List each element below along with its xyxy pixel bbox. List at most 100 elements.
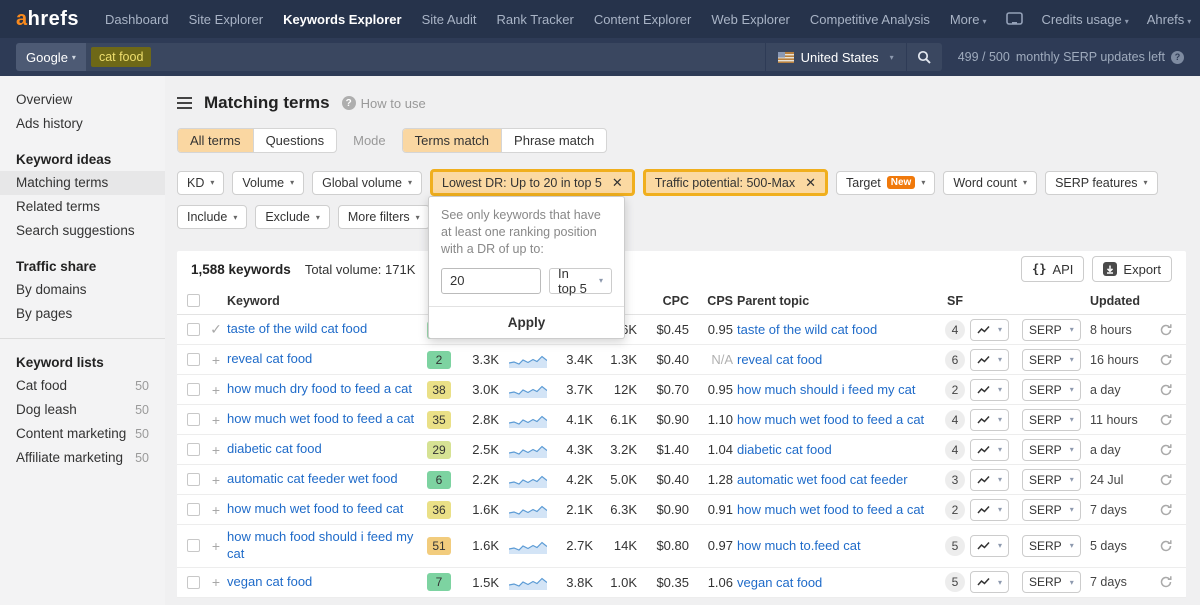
position-history-button[interactable]: ▾	[970, 378, 1010, 401]
apply-button[interactable]: Apply	[429, 305, 624, 338]
toggle-questions[interactable]: Questions	[254, 129, 337, 152]
sidebar-item-matching-terms[interactable]: Matching terms	[0, 171, 165, 195]
credits-usage-menu[interactable]: Credits usage ▾	[1041, 12, 1128, 27]
country-select[interactable]: United States ▾	[764, 43, 906, 71]
row-checkbox[interactable]	[187, 353, 200, 366]
position-history-button[interactable]: ▾	[970, 348, 1010, 371]
keyword-link[interactable]: diabetic cat food	[227, 437, 427, 462]
dr-scope-select[interactable]: In top 5 ▾	[549, 266, 612, 296]
serp-button[interactable]: SERP ▾	[1022, 318, 1081, 341]
sidebar-item-ads-history[interactable]: Ads history	[0, 112, 165, 136]
refresh-icon[interactable]	[1154, 503, 1178, 517]
position-history-button[interactable]: ▾	[970, 468, 1010, 491]
add-to-list-icon[interactable]: +	[205, 538, 227, 554]
parent-topic-link[interactable]: how much should i feed my cat	[737, 382, 940, 397]
row-checkbox[interactable]	[187, 443, 200, 456]
filter-word-count[interactable]: Word count ▾	[943, 170, 1038, 195]
row-checkbox[interactable]	[187, 383, 200, 396]
reports-menu-icon[interactable]	[177, 97, 192, 109]
sidebar-item-affiliate-marketing[interactable]: Affiliate marketing 50	[0, 446, 165, 470]
how-to-use-link[interactable]: ? How to use	[341, 96, 426, 111]
position-history-button[interactable]: ▾	[970, 438, 1010, 461]
add-to-list-icon[interactable]: +	[205, 352, 227, 368]
keyword-link[interactable]: how much wet food to feed a cat	[227, 407, 427, 432]
toggle-all-terms[interactable]: All terms	[178, 129, 254, 152]
col-sf[interactable]: SF	[940, 294, 970, 308]
parent-topic-link[interactable]: how much to.feed cat	[737, 538, 940, 553]
sidebar-item-overview[interactable]: Overview	[0, 88, 165, 112]
search-button[interactable]	[905, 43, 942, 71]
refresh-icon[interactable]	[1154, 443, 1178, 457]
add-to-list-icon[interactable]: +	[205, 442, 227, 458]
nav-competitive-analysis[interactable]: Competitive Analysis	[810, 12, 930, 27]
row-checkbox[interactable]	[187, 473, 200, 486]
keyword-link[interactable]: how much wet food to feed cat	[227, 497, 427, 522]
help-icon[interactable]: ?	[1171, 50, 1184, 64]
sidebar-item-content-marketing[interactable]: Content marketing 50	[0, 422, 165, 446]
parent-topic-link[interactable]: how much wet food to feed a cat	[737, 412, 940, 427]
position-history-button[interactable]: ▾	[970, 534, 1010, 557]
account-menu[interactable]: Ahrefs ▾	[1147, 12, 1192, 27]
col-keyword[interactable]: Keyword	[227, 294, 427, 308]
parent-topic-link[interactable]: diabetic cat food	[737, 442, 940, 457]
filter-exclude[interactable]: Exclude ▾	[255, 205, 330, 229]
serp-button[interactable]: SERP ▾	[1022, 348, 1081, 371]
nav-rank-tracker[interactable]: Rank Tracker	[497, 12, 574, 27]
dr-value-input[interactable]	[441, 267, 541, 294]
sidebar-item-dog-leash[interactable]: Dog leash 50	[0, 398, 165, 422]
filter-volume[interactable]: Volume ▾	[232, 170, 305, 195]
refresh-icon[interactable]	[1154, 539, 1178, 553]
filter-lowest-dr-active[interactable]: Lowest DR: Up to 20 in top 5 ✕	[430, 169, 635, 196]
keyword-link[interactable]: taste of the wild cat food	[227, 317, 427, 342]
toggle-phrase-match[interactable]: Phrase match	[502, 129, 606, 152]
search-engine-select[interactable]: Google ▾	[16, 43, 86, 71]
close-icon[interactable]: ✕	[805, 175, 816, 191]
col-parent-topic[interactable]: Parent topic	[737, 294, 940, 308]
api-button[interactable]: {} API	[1021, 256, 1085, 282]
query-tag[interactable]: cat food	[90, 47, 152, 67]
serp-button[interactable]: SERP ▾	[1022, 498, 1081, 521]
nav-web-explorer[interactable]: Web Explorer	[711, 12, 790, 27]
refresh-icon[interactable]	[1154, 353, 1178, 367]
nav-site-explorer[interactable]: Site Explorer	[189, 12, 263, 27]
position-history-button[interactable]: ▾	[970, 571, 1010, 594]
serp-button[interactable]: SERP ▾	[1022, 378, 1081, 401]
sidebar-item-related-terms[interactable]: Related terms	[0, 195, 165, 219]
col-cps[interactable]: CPS	[693, 294, 737, 308]
row-checkbox[interactable]	[187, 575, 200, 589]
keyword-link[interactable]: reveal cat food	[227, 347, 427, 372]
device-icon[interactable]	[1006, 12, 1024, 26]
nav-keywords-explorer[interactable]: Keywords Explorer	[283, 12, 402, 27]
sidebar-item-by-pages[interactable]: By pages	[0, 302, 165, 326]
filter-target[interactable]: Target New ▾	[836, 170, 936, 195]
parent-topic-link[interactable]: reveal cat food	[737, 352, 940, 367]
row-checkbox[interactable]	[187, 539, 200, 553]
check-icon[interactable]: ✓	[205, 321, 227, 338]
sidebar-item-by-domains[interactable]: By domains	[0, 278, 165, 302]
add-to-list-icon[interactable]: +	[205, 502, 227, 518]
serp-button[interactable]: SERP ▾	[1022, 438, 1081, 461]
parent-topic-link[interactable]: automatic wet food cat feeder	[737, 472, 940, 487]
add-to-list-icon[interactable]: +	[205, 412, 227, 428]
position-history-button[interactable]: ▾	[970, 498, 1010, 521]
row-checkbox[interactable]	[187, 413, 200, 426]
serp-button[interactable]: SERP ▾	[1022, 408, 1081, 431]
keyword-link[interactable]: vegan cat food	[227, 570, 427, 595]
sidebar-item-cat-food[interactable]: Cat food 50	[0, 374, 165, 398]
filter-serp-features[interactable]: SERP features ▾	[1045, 170, 1158, 195]
add-to-list-icon[interactable]: +	[205, 382, 227, 398]
position-history-button[interactable]: ▾	[970, 318, 1010, 341]
parent-topic-link[interactable]: taste of the wild cat food	[737, 322, 940, 337]
row-checkbox[interactable]	[187, 503, 200, 516]
add-to-list-icon[interactable]: +	[205, 574, 227, 590]
keyword-link[interactable]: how much food should i feed my cat	[227, 525, 427, 567]
position-history-button[interactable]: ▾	[970, 408, 1010, 431]
sidebar-item-search-suggestions[interactable]: Search suggestions	[0, 219, 165, 243]
filter-more-filters[interactable]: More filters ▾	[337, 205, 430, 229]
refresh-icon[interactable]	[1154, 413, 1178, 427]
keyword-link[interactable]: automatic cat feeder wet food	[227, 467, 427, 492]
row-checkbox[interactable]	[187, 323, 200, 336]
refresh-icon[interactable]	[1154, 383, 1178, 397]
nav-dashboard[interactable]: Dashboard	[105, 12, 169, 27]
filter-include[interactable]: Include ▾	[177, 205, 248, 229]
